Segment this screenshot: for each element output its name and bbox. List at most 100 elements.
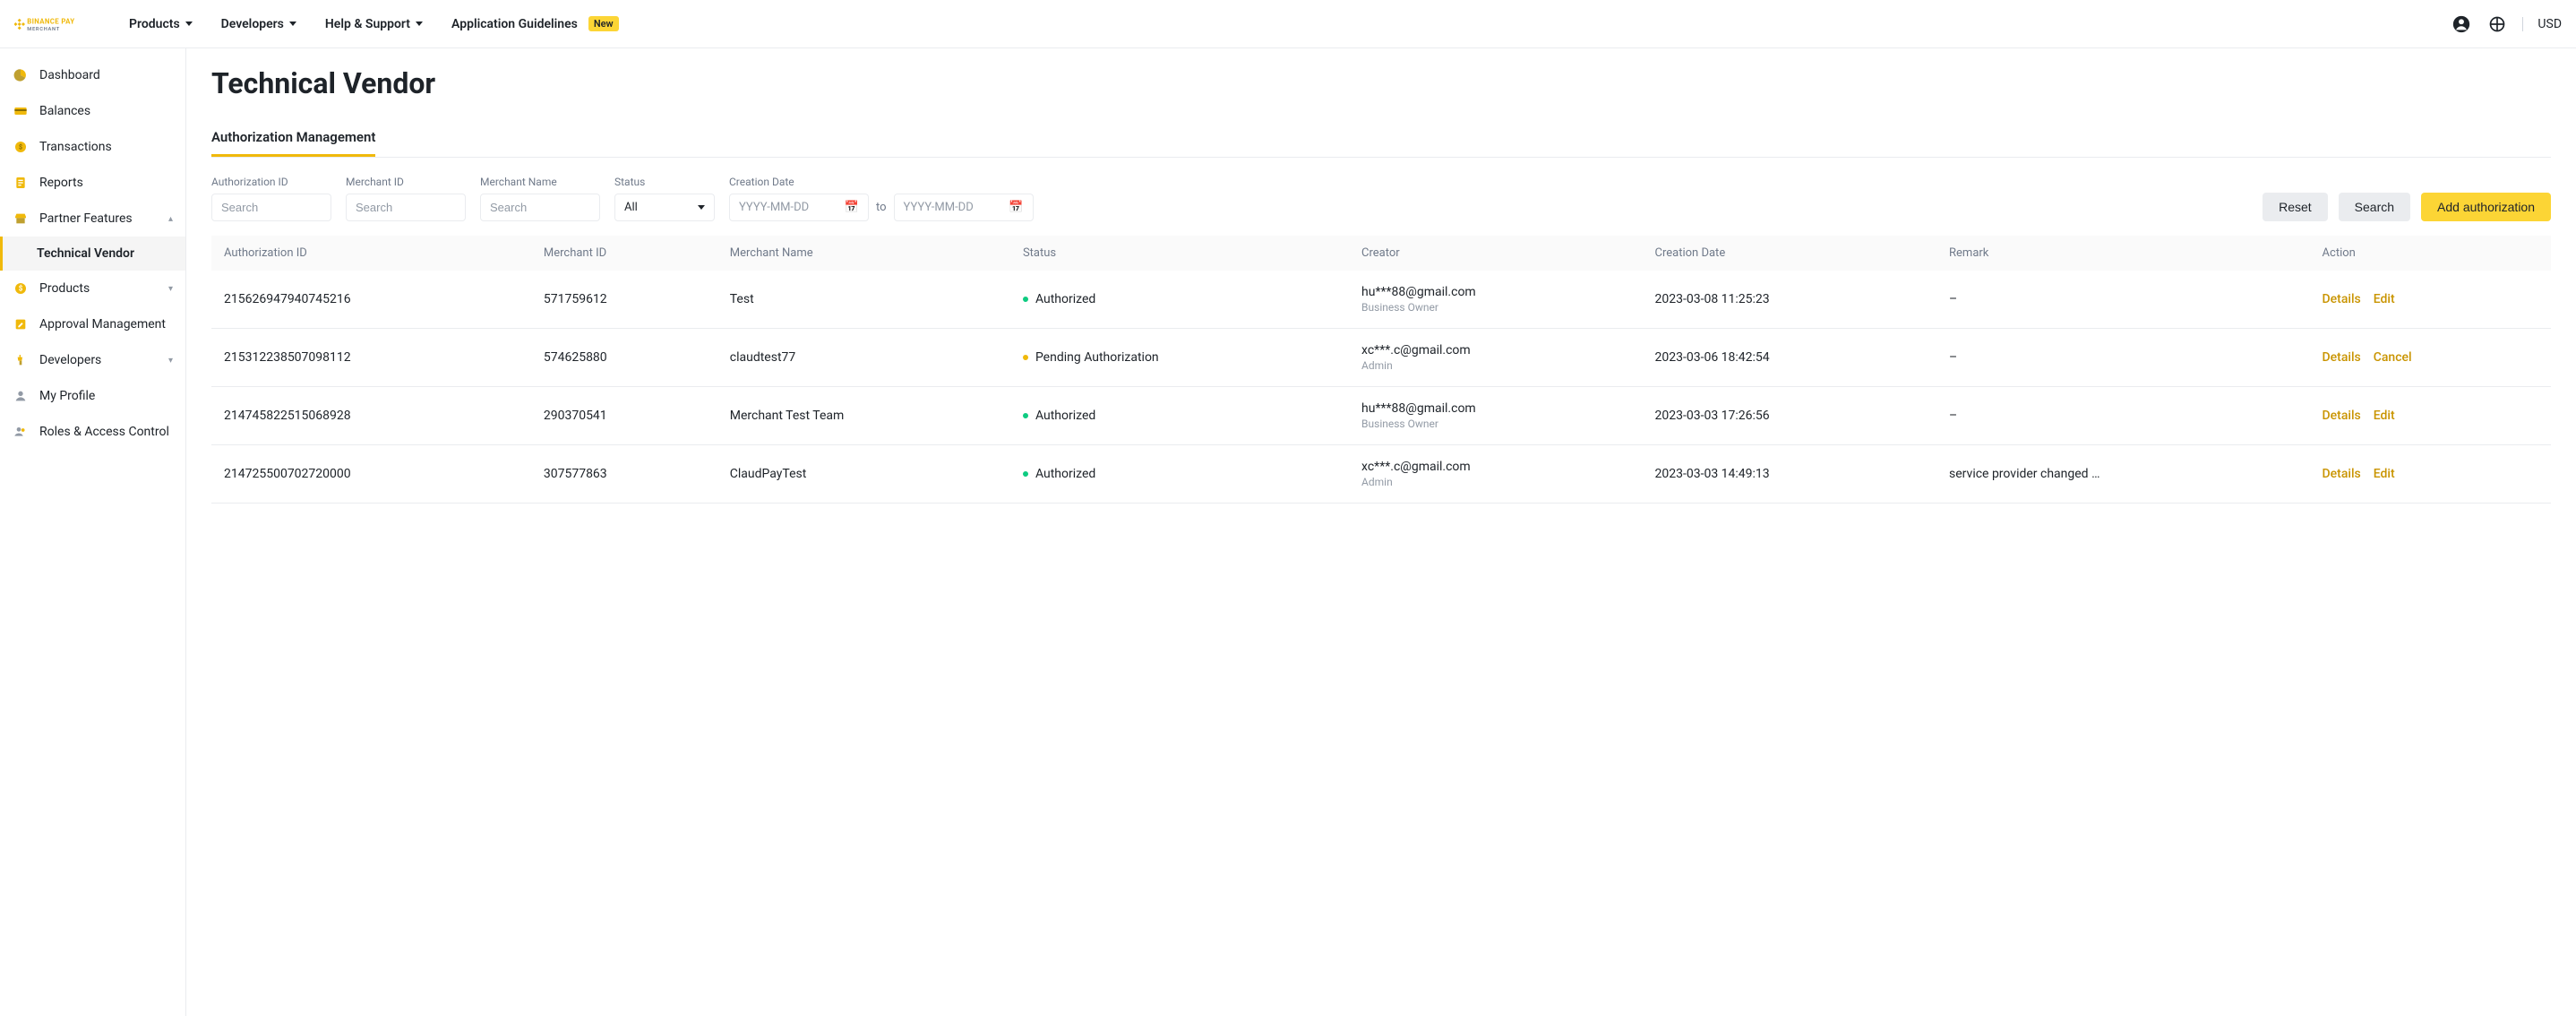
sidebar-item-dashboard[interactable]: Dashboard: [0, 57, 185, 93]
action-edit[interactable]: Edit: [2374, 467, 2395, 481]
currency-selector[interactable]: USD: [2537, 17, 2562, 31]
cell-auth-id: 214725500702720000: [211, 445, 531, 504]
svg-text:MERCHANT: MERCHANT: [27, 27, 60, 32]
sidebar-item-transactions[interactable]: $ Transactions: [0, 129, 185, 165]
card-icon: [13, 103, 29, 119]
nav-label: Help & Support: [325, 17, 410, 31]
search-button[interactable]: Search: [2339, 193, 2410, 221]
nav-label: Application Guidelines: [451, 17, 578, 31]
date-placeholder: YYYY-MM-DD: [904, 201, 974, 214]
binance-pay-logo-icon: BINANCE PAY MERCHANT: [14, 9, 104, 39]
col-auth-id: Authorization ID: [211, 236, 531, 271]
action-cancel[interactable]: Cancel: [2374, 350, 2412, 365]
cell-creator: xc***.c@gmail.com Admin: [1349, 445, 1642, 504]
sidebar-item-balances[interactable]: Balances: [0, 93, 185, 129]
globe-icon[interactable]: [2486, 13, 2508, 35]
filter-status: Status All: [614, 176, 715, 221]
action-edit[interactable]: Edit: [2374, 409, 2395, 423]
calendar-icon: 📅: [1009, 201, 1023, 214]
status-dot-icon: [1023, 471, 1028, 477]
sidebar-item-label: Partner Features: [39, 211, 133, 226]
cell-merchant-name: ClaudPayTest: [717, 445, 1010, 504]
cell-creator: hu***88@gmail.com Business Owner: [1349, 271, 1642, 329]
sidebar-item-approval-management[interactable]: Approval Management: [0, 306, 185, 342]
table-row: 214745822515068928 290370541 Merchant Te…: [211, 387, 2551, 445]
sidebar-item-label: Dashboard: [39, 68, 100, 82]
status-select[interactable]: All: [614, 194, 715, 221]
main-content: Technical Vendor Authorization Managemen…: [186, 48, 2576, 1016]
logo[interactable]: BINANCE PAY MERCHANT: [14, 9, 104, 39]
sidebar-item-label: Reports: [39, 176, 83, 190]
to-label: to: [876, 201, 887, 214]
reset-button[interactable]: Reset: [2263, 193, 2328, 221]
creator-email: xc***.c@gmail.com: [1361, 460, 1629, 474]
filter-label: Merchant Name: [480, 176, 600, 188]
cell-status: Authorized: [1010, 271, 1349, 329]
filter-label: Merchant ID: [346, 176, 466, 188]
cell-creator: xc***.c@gmail.com Admin: [1349, 329, 1642, 387]
users-icon: [13, 424, 29, 440]
action-details[interactable]: Details: [2323, 350, 2361, 365]
chevron-down-icon: [416, 22, 423, 26]
status-dot-icon: [1023, 413, 1028, 418]
col-merchant-name: Merchant Name: [717, 236, 1010, 271]
action-edit[interactable]: Edit: [2374, 292, 2395, 306]
account-icon[interactable]: [2451, 13, 2472, 35]
nav-label: Developers: [221, 17, 284, 31]
table-row: 214725500702720000 307577863 ClaudPayTes…: [211, 445, 2551, 504]
creator-role: Admin: [1361, 476, 1629, 488]
auth-id-input[interactable]: [211, 194, 331, 221]
add-authorization-button[interactable]: Add authorization: [2421, 193, 2551, 221]
filter-label: Creation Date: [729, 176, 1034, 188]
divider: [2522, 17, 2523, 31]
nav-help-support[interactable]: Help & Support: [325, 17, 423, 31]
plug-icon: [13, 352, 29, 368]
merchant-name-input[interactable]: [480, 194, 600, 221]
status-dot-icon: [1023, 297, 1028, 302]
cell-merchant-id: 571759612: [531, 271, 717, 329]
sidebar-item-label: Balances: [39, 104, 90, 118]
cell-date: 2023-03-08 11:25:23: [1643, 271, 1937, 329]
creator-role: Business Owner: [1361, 418, 1629, 430]
cell-actions: Details Edit: [2310, 445, 2551, 504]
nav-developers[interactable]: Developers: [221, 17, 296, 31]
action-details[interactable]: Details: [2323, 409, 2361, 423]
sidebar-item-label: My Profile: [39, 389, 95, 403]
cell-merchant-id: 290370541: [531, 387, 717, 445]
col-remark: Remark: [1936, 236, 2310, 271]
cell-date: 2023-03-03 14:49:13: [1643, 445, 1937, 504]
cell-status: Authorized: [1010, 445, 1349, 504]
nav-application-guidelines[interactable]: Application Guidelines New: [451, 16, 619, 31]
merchant-id-input[interactable]: [346, 194, 466, 221]
action-details[interactable]: Details: [2323, 292, 2361, 306]
sidebar-item-developers[interactable]: Developers ▾: [0, 342, 185, 378]
sidebar-item-label: Roles & Access Control: [39, 425, 169, 439]
sidebar-item-reports[interactable]: Reports: [0, 165, 185, 201]
sidebar-item-roles-access[interactable]: Roles & Access Control: [0, 414, 185, 450]
user-icon: [13, 388, 29, 404]
col-action: Action: [2310, 236, 2551, 271]
cell-merchant-name: claudtest77: [717, 329, 1010, 387]
action-details[interactable]: Details: [2323, 467, 2361, 481]
sidebar-item-partner-features[interactable]: Partner Features ▴: [0, 201, 185, 237]
sidebar-item-products[interactable]: $ Products ▾: [0, 271, 185, 306]
sidebar-item-label: Transactions: [39, 140, 112, 154]
tab-authorization-management[interactable]: Authorization Management: [211, 122, 375, 157]
cell-creator: hu***88@gmail.com Business Owner: [1349, 387, 1642, 445]
sidebar-item-technical-vendor[interactable]: Technical Vendor: [0, 237, 185, 271]
cell-auth-id: 215626947940745216: [211, 271, 531, 329]
svg-text:BINANCE PAY: BINANCE PAY: [27, 17, 74, 25]
sidebar-item-my-profile[interactable]: My Profile: [0, 378, 185, 414]
new-badge: New: [588, 16, 619, 31]
cell-date: 2023-03-03 17:26:56: [1643, 387, 1937, 445]
date-placeholder: YYYY-MM-DD: [739, 201, 809, 214]
filter-bar: Authorization ID Merchant ID Merchant Na…: [211, 176, 2551, 221]
col-creation-date: Creation Date: [1643, 236, 1937, 271]
status-dot-icon: [1023, 355, 1028, 360]
date-to-input[interactable]: YYYY-MM-DD 📅: [894, 194, 1034, 221]
authorization-table: Authorization ID Merchant ID Merchant Na…: [211, 236, 2551, 504]
svg-text:$: $: [19, 285, 23, 293]
date-from-input[interactable]: YYYY-MM-DD 📅: [729, 194, 869, 221]
nav-label: Products: [129, 17, 180, 31]
nav-products[interactable]: Products: [129, 17, 193, 31]
